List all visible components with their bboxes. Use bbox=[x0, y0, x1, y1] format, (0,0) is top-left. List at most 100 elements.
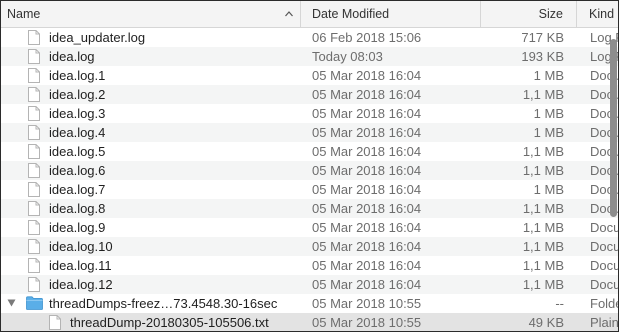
column-header-name-label: Name bbox=[7, 7, 41, 21]
document-icon bbox=[28, 277, 40, 292]
column-header-date-label: Date Modified bbox=[312, 7, 390, 21]
file-name: idea.log.2 bbox=[49, 87, 106, 102]
file-kind: Docu bbox=[590, 220, 618, 235]
file-date-modified: Today 08:03 bbox=[312, 49, 383, 64]
file-kind: Plain bbox=[590, 315, 618, 330]
file-date-modified: 05 Mar 2018 16:04 bbox=[312, 277, 422, 292]
file-size: 1,1 MB bbox=[522, 144, 564, 159]
file-size: 1,1 MB bbox=[522, 277, 564, 292]
file-row[interactable]: idea_updater.log 06 Feb 2018 15:06 717 K… bbox=[1, 28, 618, 47]
file-date-modified: 05 Mar 2018 16:04 bbox=[312, 68, 422, 83]
file-name: idea.log.8 bbox=[49, 201, 106, 216]
document-icon bbox=[28, 258, 40, 273]
file-name: idea.log.12 bbox=[49, 277, 113, 292]
document-icon bbox=[28, 201, 40, 216]
file-row[interactable]: idea.log.10 05 Mar 2018 16:04 1,1 MB Doc… bbox=[1, 237, 618, 256]
file-date-modified: 05 Mar 2018 16:04 bbox=[312, 182, 422, 197]
document-icon bbox=[28, 106, 40, 121]
folder-size: -- bbox=[555, 296, 564, 311]
file-name: idea.log.1 bbox=[49, 68, 106, 83]
folder-kind: Folde bbox=[590, 296, 618, 311]
file-row[interactable]: idea.log.11 05 Mar 2018 16:04 1,1 MB Doc… bbox=[1, 256, 618, 275]
file-size: 1 MB bbox=[533, 68, 564, 83]
disclosure-triangle-icon[interactable] bbox=[7, 299, 16, 307]
folder-name: threadDumps-freez…73.4548.30-16sec bbox=[49, 296, 278, 311]
file-date-modified: 05 Mar 2018 16:04 bbox=[312, 125, 422, 140]
file-size: 193 KB bbox=[521, 49, 564, 64]
file-size: 1 MB bbox=[533, 125, 564, 140]
file-date-modified: 06 Feb 2018 15:06 bbox=[312, 30, 422, 45]
folder-icon bbox=[26, 296, 43, 310]
file-name: idea.log.9 bbox=[49, 220, 106, 235]
file-size: 1,1 MB bbox=[522, 87, 564, 102]
document-icon bbox=[28, 49, 40, 64]
file-size: 1,1 MB bbox=[522, 239, 564, 254]
file-row[interactable]: idea.log.6 05 Mar 2018 16:04 1,1 MB Docu bbox=[1, 161, 618, 180]
column-header-date-modified[interactable]: Date Modified bbox=[301, 1, 481, 27]
document-icon bbox=[28, 239, 40, 254]
chevron-up-icon[interactable] bbox=[285, 10, 293, 18]
file-row[interactable]: idea.log.4 05 Mar 2018 16:04 1 MB Docu bbox=[1, 123, 618, 142]
folder-date-modified: 05 Mar 2018 10:55 bbox=[312, 296, 422, 311]
column-header-size[interactable]: Size bbox=[481, 1, 577, 27]
file-size: 717 KB bbox=[521, 30, 564, 45]
file-name: idea.log.3 bbox=[49, 106, 106, 121]
column-header-size-label: Size bbox=[538, 7, 563, 21]
vertical-scrollbar[interactable] bbox=[610, 39, 617, 217]
file-row[interactable]: idea.log.8 05 Mar 2018 16:04 1,1 MB Docu bbox=[1, 199, 618, 218]
file-date-modified: 05 Mar 2018 16:04 bbox=[312, 163, 422, 178]
file-name: idea.log bbox=[49, 49, 95, 64]
file-date-modified: 05 Mar 2018 10:55 bbox=[312, 315, 422, 330]
file-date-modified: 05 Mar 2018 16:04 bbox=[312, 220, 422, 235]
file-row-selected[interactable]: threadDump-20180305-105506.txt 05 Mar 20… bbox=[1, 313, 618, 331]
file-size: 49 KB bbox=[528, 315, 564, 330]
document-icon bbox=[28, 68, 40, 83]
file-date-modified: 05 Mar 2018 16:04 bbox=[312, 258, 422, 273]
file-row[interactable]: idea.log.12 05 Mar 2018 16:04 1,1 MB Doc… bbox=[1, 275, 618, 294]
folder-row[interactable]: threadDumps-freez…73.4548.30-16sec 05 Ma… bbox=[1, 294, 618, 313]
document-icon bbox=[28, 30, 40, 45]
file-size: 1 MB bbox=[533, 182, 564, 197]
document-icon bbox=[28, 182, 40, 197]
document-icon bbox=[28, 125, 40, 140]
file-kind: Docu bbox=[590, 239, 618, 254]
file-date-modified: 05 Mar 2018 16:04 bbox=[312, 87, 422, 102]
file-size: 1,1 MB bbox=[522, 258, 564, 273]
file-name: idea.log.6 bbox=[49, 163, 106, 178]
file-row[interactable]: idea.log Today 08:03 193 KB Log F bbox=[1, 47, 618, 66]
file-date-modified: 05 Mar 2018 16:04 bbox=[312, 201, 422, 216]
column-header-bar: Name Date Modified Size Kind bbox=[1, 1, 618, 28]
file-date-modified: 05 Mar 2018 16:04 bbox=[312, 239, 422, 254]
file-row[interactable]: idea.log.7 05 Mar 2018 16:04 1 MB Docu bbox=[1, 180, 618, 199]
document-icon bbox=[28, 163, 40, 178]
file-name: threadDump-20180305-105506.txt bbox=[70, 315, 269, 330]
finder-list-view: Name Date Modified Size Kind idea_update… bbox=[0, 0, 619, 332]
document-icon bbox=[28, 87, 40, 102]
file-name: idea_updater.log bbox=[49, 30, 146, 45]
file-row[interactable]: idea.log.9 05 Mar 2018 16:04 1,1 MB Docu bbox=[1, 218, 618, 237]
file-name: idea.log.11 bbox=[49, 258, 112, 273]
file-row[interactable]: idea.log.3 05 Mar 2018 16:04 1 MB Docu bbox=[1, 104, 618, 123]
file-kind: Docu bbox=[590, 258, 618, 273]
document-icon bbox=[28, 220, 40, 235]
file-row[interactable]: idea.log.5 05 Mar 2018 16:04 1,1 MB Docu bbox=[1, 142, 618, 161]
file-kind: Docu bbox=[590, 277, 618, 292]
file-size: 1,1 MB bbox=[522, 220, 564, 235]
column-header-kind[interactable]: Kind bbox=[577, 1, 618, 27]
file-name: idea.log.10 bbox=[49, 239, 113, 254]
file-row[interactable]: idea.log.1 05 Mar 2018 16:04 1 MB Docu bbox=[1, 66, 618, 85]
file-name: idea.log.4 bbox=[49, 125, 106, 140]
file-name: idea.log.7 bbox=[49, 182, 106, 197]
file-row[interactable]: idea.log.2 05 Mar 2018 16:04 1,1 MB Docu bbox=[1, 85, 618, 104]
file-date-modified: 05 Mar 2018 16:04 bbox=[312, 106, 422, 121]
column-header-name[interactable]: Name bbox=[1, 1, 301, 27]
file-size: 1,1 MB bbox=[522, 201, 564, 216]
document-icon bbox=[28, 144, 40, 159]
file-name: idea.log.5 bbox=[49, 144, 106, 159]
file-date-modified: 05 Mar 2018 16:04 bbox=[312, 144, 422, 159]
file-list: idea_updater.log 06 Feb 2018 15:06 717 K… bbox=[1, 28, 618, 331]
file-size: 1 MB bbox=[533, 106, 564, 121]
document-icon bbox=[49, 315, 61, 330]
column-header-kind-label: Kind bbox=[589, 7, 615, 21]
file-size: 1,1 MB bbox=[522, 163, 564, 178]
